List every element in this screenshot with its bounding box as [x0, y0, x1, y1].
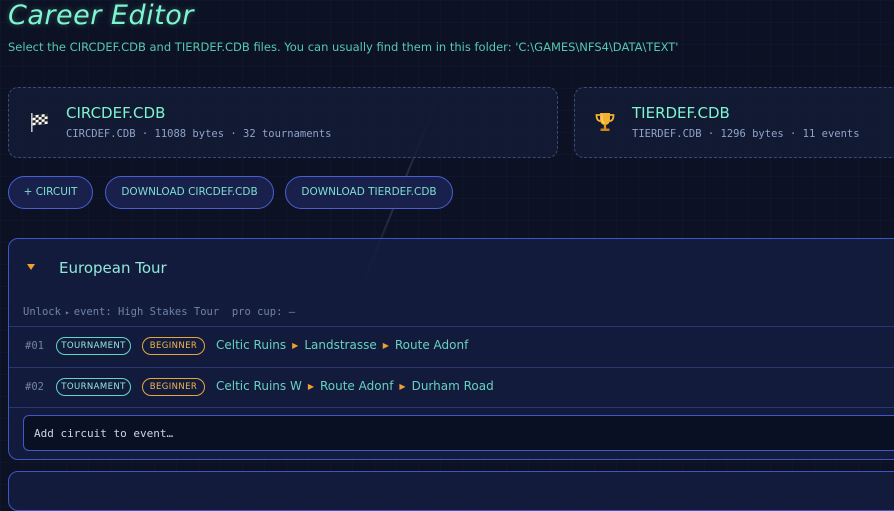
download-circdef-button[interactable]: DOWNLOAD CIRCDEF.CDB: [105, 176, 274, 209]
circuit-number: #02: [25, 381, 44, 393]
file-name: CIRCDEF.CDB: [66, 104, 166, 122]
arrow-right-icon: ▶: [382, 341, 389, 350]
caret-right-icon: ▸: [64, 308, 70, 317]
file-card-circdef[interactable]: CIRCDEF.CDB CIRCDEF.CDB · 11088 bytes · …: [8, 87, 558, 158]
arrow-right-icon: ▶: [399, 382, 406, 391]
track-list: Celtic Ruins ▶ Landstrasse ▶ Route Adonf: [216, 338, 468, 352]
file-name: TIERDEF.CDB: [632, 104, 730, 122]
add-circuit-input[interactable]: [23, 415, 894, 451]
circuit-type-badge: TOURNAMENT: [56, 337, 131, 355]
circuit-row[interactable]: #02 TOURNAMENT BEGINNER Celtic Ruins W ▶ R…: [9, 368, 894, 408]
add-circuit-button[interactable]: + CIRCUIT: [8, 176, 93, 209]
track-name: Route Adonf: [319, 379, 394, 393]
track-list: Celtic Ruins W ▶ Route Adonf ▶ Durham Road: [216, 379, 494, 393]
circuit-type-badge: TOURNAMENT: [56, 378, 131, 396]
divider: [9, 407, 894, 408]
checkered-flag-icon: [31, 113, 48, 132]
difficulty-badge: BEGINNER: [142, 378, 205, 396]
page-instructions: Select the CIRCDEF.CDB and TIERDEF.CDB f…: [8, 40, 679, 54]
download-tierdef-button[interactable]: DOWNLOAD TIERDEF.CDB: [285, 176, 453, 209]
trophy-icon: [595, 113, 615, 131]
page-title: Career Editor: [8, 0, 194, 31]
track-name: Route Adonf: [394, 338, 469, 352]
event-card: European Tour Unlock ▸ event: High Stakes …: [8, 238, 894, 460]
difficulty-badge: BEGINNER: [142, 337, 205, 355]
track-name: Durham Road: [411, 379, 494, 393]
event-card: [8, 471, 894, 511]
track-name: Celtic Ruins: [216, 338, 287, 352]
arrow-right-icon: ▶: [292, 341, 299, 350]
circuit-number: #01: [25, 340, 44, 352]
file-meta: TIERDEF.CDB · 1296 bytes · 11 events: [632, 128, 860, 140]
file-card-tierdef[interactable]: TIERDEF.CDB TIERDEF.CDB · 1296 bytes · 1…: [574, 87, 894, 158]
collapse-chevron-icon[interactable]: [27, 264, 35, 270]
unlock-label: Unlock: [23, 306, 61, 318]
unlock-cup: pro cup: —: [231, 306, 296, 318]
file-meta: CIRCDEF.CDB · 11088 bytes · 32 tournamen…: [66, 128, 332, 140]
track-name: Celtic Ruins W: [216, 379, 302, 393]
track-name: Landstrasse: [304, 338, 377, 352]
event-name[interactable]: European Tour: [59, 259, 167, 277]
arrow-right-icon: ▶: [307, 382, 314, 391]
circuit-row[interactable]: #01 TOURNAMENT BEGINNER Celtic Ruins ▶ Lan…: [9, 327, 894, 367]
unlock-event: event: High Stakes Tour: [73, 306, 220, 318]
unlock-info: Unlock ▸ event: High Stakes Tour pro cup: …: [23, 306, 295, 318]
